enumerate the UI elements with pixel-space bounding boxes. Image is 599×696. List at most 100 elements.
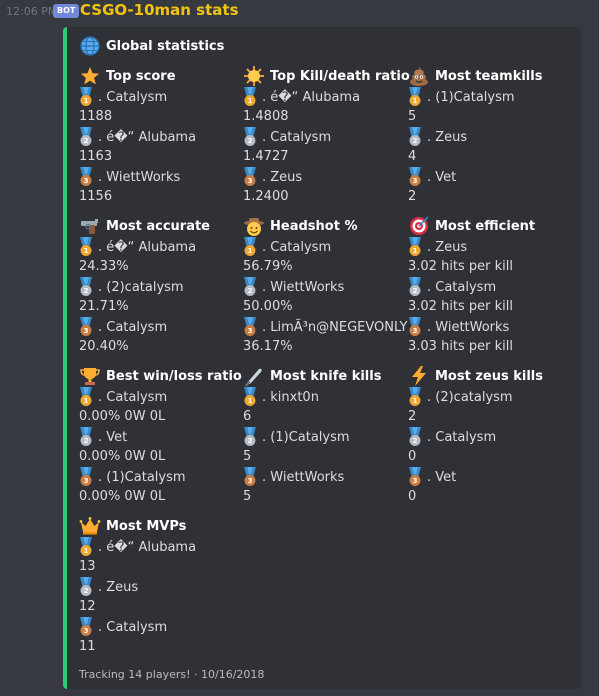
stat-value: 0 [408,449,417,464]
svg-text:3: 3 [84,327,89,335]
trophy-icon [80,368,100,385]
stat-value: 0.00% 0W 0L [79,409,166,424]
rank-entry: 1 . kinxt0n 6 [243,387,413,427]
rank-entry: 3 . LimÃ³n@NEGEVONLY 36.17% [243,317,413,357]
field-header: Most knife kills [243,365,413,387]
stat-value: 5 [243,449,252,464]
field-title: Most teamkills [435,68,543,84]
stat-value: 6 [243,409,252,424]
rank-entry: 2 . Zeus 4 [408,127,578,167]
lightning-icon [412,366,426,386]
field-headshot: Headshot % 1 . Catalysm 56.79% 2 . WiettWorks… [243,215,413,357]
player-name: . Catalysm [427,429,497,445]
rank-entry: 3 . WiettWorks 5 [243,467,413,507]
embed-title: Global statistics [106,38,225,54]
cowboy-icon [244,218,264,236]
svg-text:3: 3 [248,327,253,335]
player-name: . WiettWorks [427,319,510,335]
third-place-medal-icon: 3 [244,467,256,486]
player-name: . WiettWorks [262,469,345,485]
player-name: . é�“ Alubama [98,239,197,255]
svg-text:3: 3 [413,327,418,335]
field-header: Most teamkills [408,65,578,87]
first-place-medal-icon: 1 [244,237,256,256]
svg-text:1: 1 [248,247,253,255]
target-icon [410,216,429,235]
first-place-medal-icon: 1 [80,387,92,406]
third-place-medal-icon: 3 [80,317,92,336]
rank-entry: 1 . Catalysm 1188 [79,87,249,127]
svg-text:2: 2 [84,287,89,295]
stat-value: 0.00% 0W 0L [79,449,166,464]
stat-value: 1188 [79,109,113,124]
player-name: . é�“ Alubama [262,89,361,105]
svg-text:3: 3 [248,477,253,485]
stat-value: 36.17% [243,339,293,354]
player-name: . LimÃ³n@NEGEVONLY [262,319,408,335]
rank-entry: 1 . (2)catalysm 2 [408,387,578,427]
svg-text:1: 1 [84,247,89,255]
rank-entry: 2 . é�“ Alubama 1163 [79,127,249,167]
field-header: Top score [79,65,249,87]
field-header: Most accurate [79,215,249,237]
svg-text:1: 1 [84,547,89,555]
stat-value: 21.71% [79,299,129,314]
first-place-medal-icon: 1 [244,87,256,106]
second-place-medal-icon: 2 [244,127,256,146]
svg-text:2: 2 [413,437,418,445]
player-name: . Vet [427,169,457,185]
rank-entry: 2 . (1)Catalysm 5 [243,427,413,467]
player-name: . (1)Catalysm [427,89,515,105]
second-place-medal-icon: 2 [80,277,92,296]
player-name: . WiettWorks [98,169,181,185]
rank-entry: 2 . Vet 0.00% 0W 0L [79,427,249,467]
stat-value: 11 [79,639,96,654]
field-top-kd: Top Kill/death ratio 1 . é�“ Alubama 1.4808… [243,65,413,207]
embed-footer: Tracking 14 players! · 10/16/2018 [79,668,265,681]
field-most-efficient: Most efficient 1. Zeus 3.02 hits per kill 2… [408,215,578,357]
first-place-medal-icon: 1 [80,537,92,556]
stat-value: 3.02 hits per kill [408,299,514,314]
field-zeus-kills: Most zeus kills 1 . (2)catalysm 2 2 . Catalys… [408,365,578,507]
gun-icon [81,219,98,234]
player-name: . (1)Catalysm [98,469,186,485]
player-name: . Catalysm [98,619,168,635]
svg-text:3: 3 [413,477,418,485]
rank-entry: 3 . Zeus 1.2400 [243,167,413,207]
first-place-medal-icon: 1 [80,237,92,256]
stat-value: 12 [79,599,96,614]
svg-text:1: 1 [413,247,418,255]
svg-text:2: 2 [84,587,89,595]
stat-value: 0 [408,489,417,504]
stat-value: 5 [243,489,252,504]
stat-value: 0.00% 0W 0L [79,489,166,504]
third-place-medal-icon: 3 [409,467,421,486]
second-place-medal-icon: 2 [409,277,421,296]
rank-entry: 1 . (1)Catalysm 5 [408,87,578,127]
globe-icon [80,36,100,56]
player-name: . é�“ Alubama [98,539,197,555]
player-name: . Catalysm [98,89,168,105]
rank-entry: 3 . Vet 2 [408,167,578,207]
field-header: Headshot % [243,215,413,237]
stat-value: 20.40% [79,339,129,354]
stat-value: 1163 [79,149,113,164]
player-name: . (2)catalysm [427,389,513,405]
field-title: Top score [106,68,176,84]
rank-entry: 1 . é�“ Alubama 24.33% [79,237,249,277]
stat-value: 5 [408,109,417,124]
poop-icon [410,67,428,86]
field-header: Most MVPs [79,515,249,537]
svg-text:3: 3 [248,177,253,185]
stat-value: 1.2400 [243,189,289,204]
bot-username[interactable]: CSGO-10man stats [80,1,239,19]
first-place-medal-icon: 1 [80,87,92,106]
field-top-score: Top score 1 . Catalysm 1188 2 . é�“ Alubama 11… [79,65,249,207]
svg-text:1: 1 [413,97,418,105]
rank-entry: 2 . Zeus 12 [79,577,249,617]
third-place-medal-icon: 3 [409,167,421,186]
crown-icon [79,517,101,535]
svg-text:2: 2 [413,287,418,295]
player-name: . (2)catalysm [98,279,184,295]
second-place-medal-icon: 2 [80,577,92,596]
